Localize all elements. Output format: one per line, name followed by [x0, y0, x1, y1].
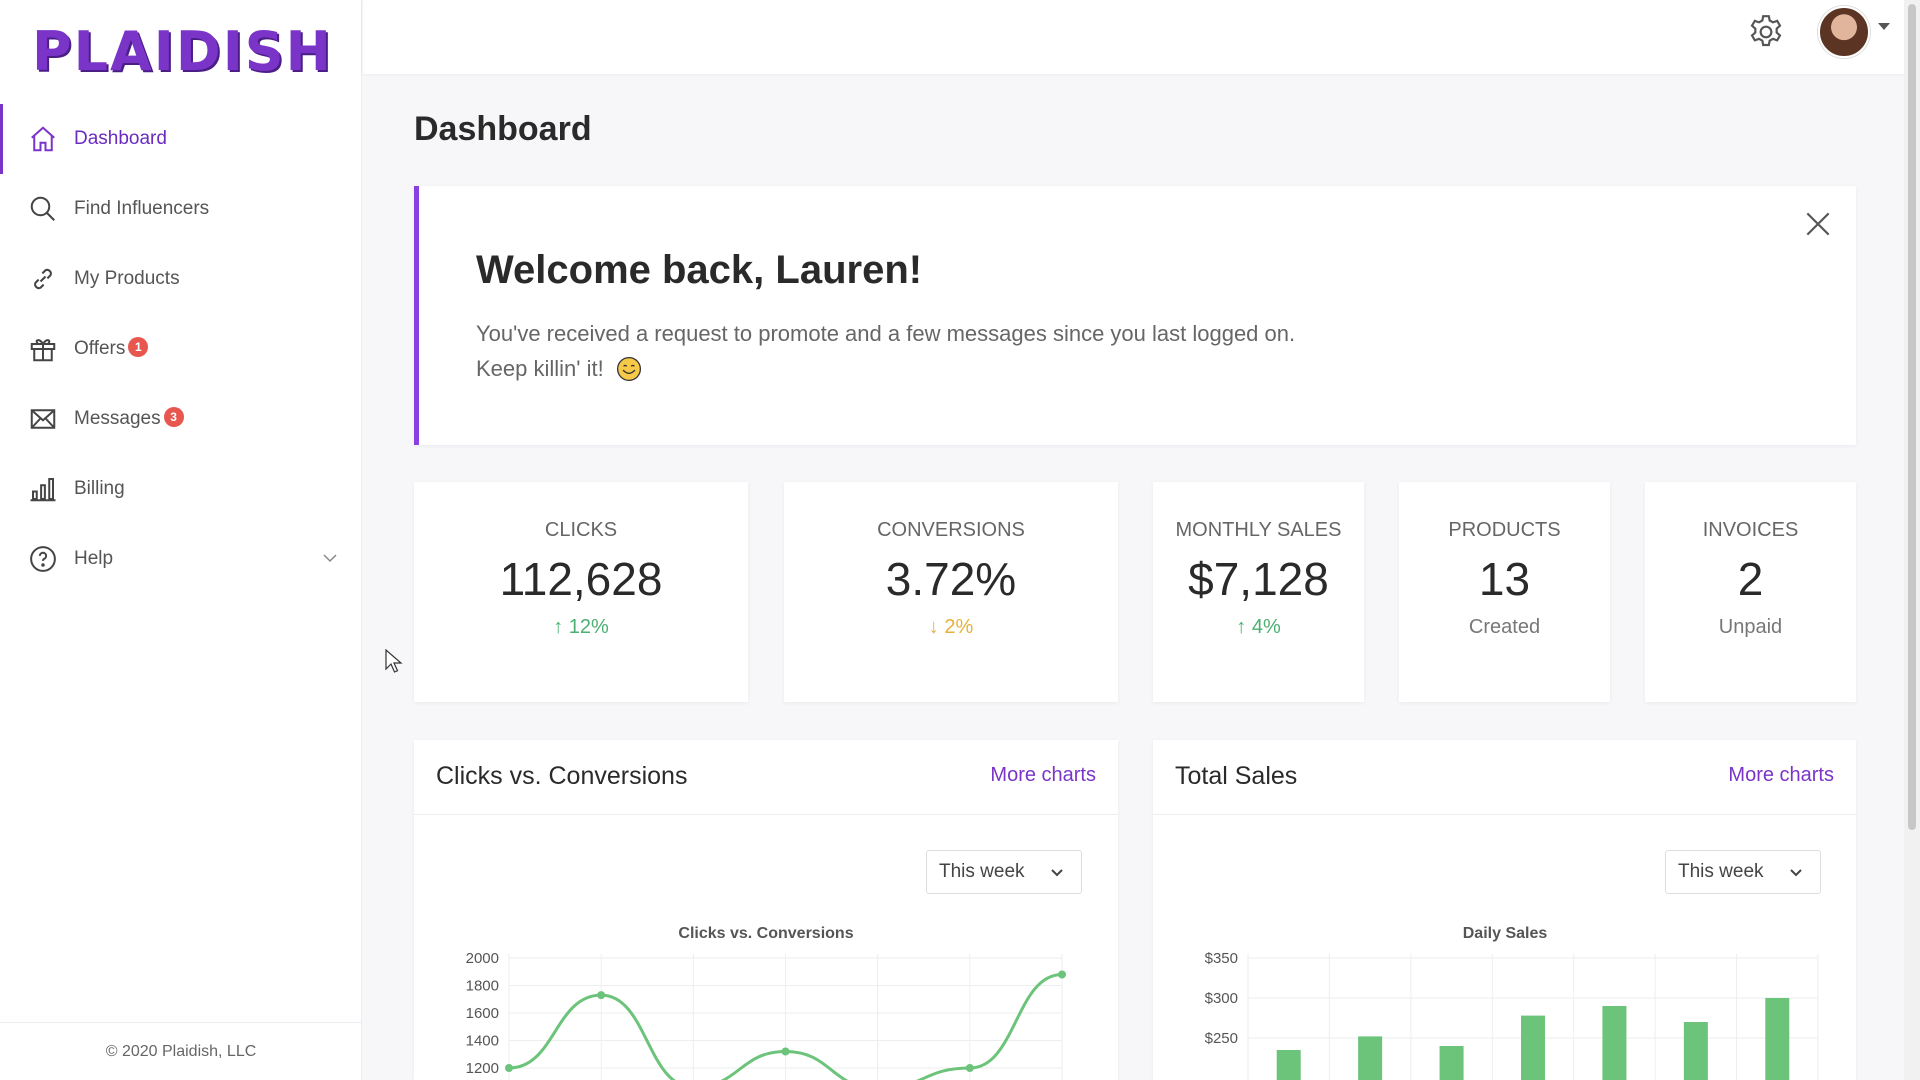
bar	[1765, 998, 1790, 1080]
bar	[1358, 1036, 1383, 1080]
copyright-footer: © 2020 Plaidish, LLC	[0, 1022, 362, 1080]
mail-icon	[28, 404, 58, 434]
sidebar-item-billing[interactable]: Billing	[0, 454, 362, 524]
sidebar-item-label: Find Influencers	[74, 198, 210, 219]
sidebar-item-offers[interactable]: Offers 1	[0, 314, 362, 384]
stat-card-clicks: CLICKS 112,628 ↑ 12%	[414, 482, 748, 702]
sidebar-item-my-products[interactable]: My Products	[0, 244, 362, 314]
sidebar-nav: Dashboard Find Influencers My Products O…	[0, 104, 362, 594]
y-tick-label: 2000	[466, 950, 499, 967]
link-icon	[28, 264, 58, 294]
y-tick-label: $300	[1205, 990, 1238, 1007]
stat-sub: Unpaid	[1718, 616, 1783, 638]
panel-header: Clicks vs. Conversions More charts	[414, 740, 1118, 815]
bar	[1439, 1046, 1464, 1080]
sidebar-item-messages[interactable]: Messages 3	[0, 384, 362, 454]
search-icon	[28, 194, 58, 224]
messages-count-badge: 3	[163, 407, 184, 427]
bar	[1683, 1022, 1708, 1080]
sidebar: PLAIDISH Dashboard Find Influencers My P…	[0, 0, 362, 1080]
stat-sub: Created	[1468, 616, 1541, 638]
plaidish-logo[interactable]: PLAIDISH	[32, 20, 333, 83]
clicks-conversions-chart: Clicks vs. Conversions 2000 1800 1600 1400 12…	[466, 925, 1066, 1080]
y-tick-label: 1800	[466, 978, 499, 995]
date-range-select[interactable]: This week	[926, 850, 1082, 894]
panel-title: Clicks vs. Conversions	[436, 762, 688, 790]
scrollbar-thumb[interactable]	[1908, 4, 1916, 830]
panel-header: Total Sales More charts	[1153, 740, 1856, 815]
stat-card-monthly-sales: MONTHLY SALES $7,128 ↑ 4%	[1153, 482, 1364, 702]
data-point	[781, 1047, 790, 1056]
stat-value: $7,128	[1188, 553, 1329, 605]
offers-count-badge: 1	[128, 337, 149, 357]
y-tick-label: 1600	[466, 1005, 499, 1022]
y-tick-label: $250	[1205, 1030, 1238, 1047]
mouse-cursor-icon	[385, 649, 403, 673]
data-point	[505, 1064, 513, 1072]
stat-card-products: PRODUCTS 13 Created	[1399, 482, 1610, 702]
stat-value: 2	[1737, 553, 1764, 605]
avatar[interactable]	[1818, 6, 1870, 58]
chevron-down-icon[interactable]	[320, 548, 340, 568]
top-bar	[363, 0, 1920, 74]
stat-value: 3.72%	[885, 553, 1017, 605]
help-circle-icon	[28, 544, 58, 574]
bar-chart-icon	[28, 474, 58, 504]
data-point	[1058, 970, 1066, 979]
more-charts-link[interactable]: More charts	[990, 764, 1096, 787]
sidebar-item-label: Messages	[74, 408, 161, 429]
date-range-select[interactable]: This week	[1665, 850, 1821, 894]
chart-title: Daily Sales	[1463, 925, 1548, 942]
sidebar-item-label: Billing	[74, 478, 125, 499]
total-sales-panel: Total Sales More charts This week Daily …	[1153, 740, 1856, 1080]
stat-change-up: ↑ 4%	[1236, 616, 1281, 638]
stat-value: 13	[1478, 553, 1531, 605]
sidebar-item-label: My Products	[74, 268, 180, 289]
gear-icon[interactable]	[1746, 12, 1786, 52]
chevron-down-icon	[1051, 869, 1063, 877]
chart-title: Clicks vs. Conversions	[678, 925, 853, 942]
stat-value: 112,628	[499, 553, 663, 605]
data-point	[597, 991, 606, 1000]
welcome-heading: Welcome back, Lauren!	[476, 248, 923, 292]
welcome-card: Welcome back, Lauren! You've received a …	[414, 186, 1856, 445]
sidebar-item-find-influencers[interactable]: Find Influencers	[0, 174, 362, 244]
clicks-vs-conversions-panel: Clicks vs. Conversions More charts This …	[414, 740, 1118, 1080]
sidebar-item-label: Help	[74, 548, 114, 569]
caret-down-icon[interactable]	[1878, 23, 1890, 30]
sidebar-item-help[interactable]: Help	[0, 524, 362, 594]
stat-card-invoices: INVOICES 2 Unpaid	[1645, 482, 1856, 702]
bar	[1521, 1015, 1545, 1080]
scrollbar[interactable]	[1904, 0, 1920, 1080]
sidebar-item-label: Offers	[74, 338, 126, 359]
stat-card-conversions: CONVERSIONS 3.72% ↓ 2%	[784, 482, 1118, 702]
data-point	[965, 1064, 974, 1072]
bar	[1602, 1006, 1627, 1080]
panel-title: Total Sales	[1175, 762, 1298, 790]
smiley-emoji-icon	[616, 356, 641, 382]
bar	[1276, 1050, 1301, 1080]
page-title: Dashboard	[414, 110, 592, 148]
stat-change-up: ↑ 12%	[553, 616, 609, 638]
sidebar-item-label: Dashboard	[74, 128, 167, 149]
y-tick-label: $350	[1205, 950, 1238, 967]
home-icon	[28, 124, 58, 154]
stat-change-down: ↓ 2%	[928, 616, 974, 638]
y-tick-label: 1200	[466, 1060, 499, 1077]
welcome-message: You've received a request to promote and…	[476, 321, 1296, 382]
close-icon[interactable]	[1802, 208, 1834, 240]
sidebar-item-dashboard[interactable]: Dashboard	[0, 104, 362, 174]
daily-sales-chart: Daily Sales $350 $300 $250	[1205, 925, 1819, 1080]
gift-icon	[28, 334, 58, 364]
more-charts-link[interactable]: More charts	[1728, 764, 1834, 787]
chevron-down-icon	[1790, 869, 1802, 877]
y-tick-label: 1400	[466, 1033, 499, 1050]
